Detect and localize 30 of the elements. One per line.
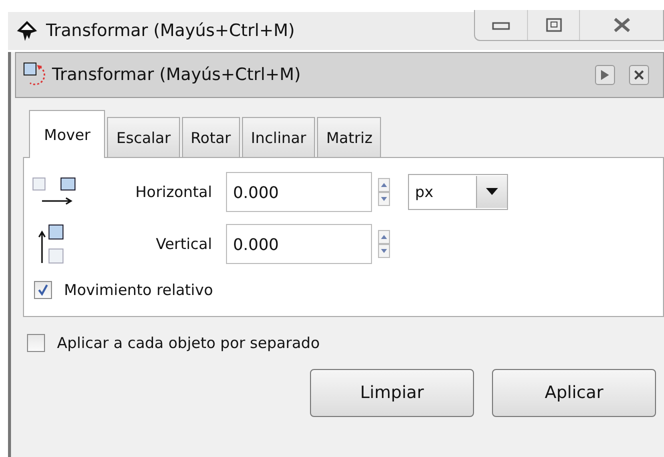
checkbox-label: Movimiento relativo: [64, 281, 214, 299]
field-label: Vertical: [154, 235, 212, 253]
number-field[interactable]: 0.000: [226, 172, 372, 212]
app-logo-icon: [16, 20, 38, 42]
play-icon: [601, 70, 609, 80]
field-label: Horizontal: [134, 183, 212, 201]
number-field[interactable]: 0.000: [226, 224, 372, 264]
spin-buttons[interactable]: [378, 230, 390, 258]
action-button[interactable]: Limpiar: [310, 369, 474, 417]
tab[interactable]: Rotar: [182, 117, 240, 157]
tab[interactable]: Inclinar: [242, 117, 316, 157]
panel-title: Transformar (Mayús+Ctrl+M): [52, 65, 301, 85]
close-icon: [612, 18, 630, 32]
checkbox[interactable]: [34, 281, 52, 299]
maximize-icon: [546, 18, 562, 32]
action-button[interactable]: Aplicar: [492, 369, 656, 417]
move-horizontal-icon: [32, 177, 78, 207]
checkbox[interactable]: [27, 334, 45, 352]
close-button[interactable]: [629, 65, 649, 85]
unit-dropdown[interactable]: px: [408, 174, 508, 210]
spin-buttons[interactable]: [378, 178, 390, 206]
window-title: Transformar (Mayús+Ctrl+M): [46, 21, 295, 41]
minimize-icon: [492, 20, 510, 30]
checkbox-label: Aplicar a cada objeto por separado: [57, 334, 320, 352]
play-button[interactable]: [595, 65, 615, 85]
tab[interactable]: Escalar: [107, 117, 180, 157]
tab[interactable]: Matriz: [317, 117, 382, 157]
caret-icon: [486, 188, 498, 196]
close-icon: [634, 70, 644, 80]
tab[interactable]: Mover: [29, 110, 106, 158]
